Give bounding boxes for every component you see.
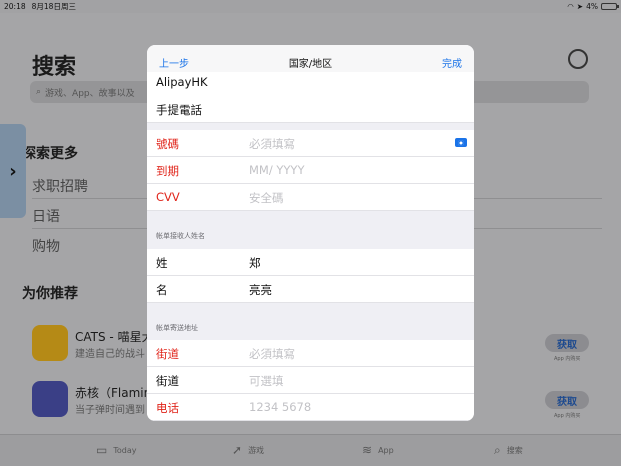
street-field-1[interactable]: 街道 必須填寫 bbox=[147, 340, 474, 367]
street-field-2[interactable]: 街道 可選填 bbox=[147, 367, 474, 394]
payment-sheet: 上一步 国家/地区 完成 AlipayHK 手提電話 號碼 必須填寫 到期 MM… bbox=[147, 45, 474, 421]
tab-label: 搜索 bbox=[506, 446, 523, 455]
street-label-2: 街道 bbox=[156, 374, 179, 388]
explore-link[interactable]: 求职招聘 bbox=[32, 176, 88, 196]
app-name[interactable]: 赤核（Flamin bbox=[75, 384, 151, 401]
iap-note: App 内购买 bbox=[554, 413, 581, 419]
sheet-title: 国家/地区 bbox=[288, 59, 333, 70]
last-name-input[interactable]: 郑 bbox=[249, 255, 261, 271]
app-icon-flaming-core[interactable] bbox=[32, 381, 68, 417]
street-input-2[interactable]: 可選填 bbox=[249, 373, 284, 389]
wifi-icon: ◠ bbox=[567, 2, 574, 11]
cvv-label: CVV bbox=[156, 190, 180, 204]
tab-apps[interactable]: ≋ App bbox=[362, 443, 394, 457]
app-name[interactable]: CATS - 喵星大 bbox=[75, 328, 154, 345]
tab-today[interactable]: ▭ Today bbox=[96, 443, 136, 457]
street-label-1: 街道 bbox=[156, 347, 179, 361]
get-button[interactable]: 获取 bbox=[545, 391, 589, 409]
iap-note: App 内购买 bbox=[554, 356, 581, 362]
location-icon: ➤ bbox=[576, 2, 584, 11]
payment-method-mobile[interactable]: 手提電話 bbox=[147, 96, 474, 123]
status-right: ◠ ➤ 4% bbox=[567, 2, 619, 11]
status-bar: 20:18 8月18日周三 ◠ ➤ 4% bbox=[0, 0, 621, 13]
phone-input[interactable]: 1234 5678 bbox=[249, 400, 311, 414]
tab-bar: ▭ Today ➚ 游戏 ≋ App ⌕ 搜索 bbox=[0, 434, 621, 466]
card-number-field[interactable]: 號碼 必須填寫 bbox=[147, 130, 474, 157]
account-icon[interactable] bbox=[568, 49, 588, 69]
camera-icon[interactable] bbox=[455, 138, 467, 147]
billing-address-header: 帐单寄送地址 bbox=[156, 324, 198, 332]
cvv-input[interactable]: 安全碼 bbox=[249, 190, 284, 206]
expiry-field[interactable]: 到期 MM/ YYYY bbox=[147, 157, 474, 184]
first-name-input[interactable]: 亮亮 bbox=[249, 282, 272, 298]
search-icon: ⌕ bbox=[494, 443, 501, 457]
app-icon-cats[interactable] bbox=[32, 325, 68, 361]
tab-label: App bbox=[378, 445, 394, 455]
done-button[interactable]: 完成 bbox=[442, 55, 462, 70]
last-name-field[interactable]: 姓 郑 bbox=[147, 249, 474, 276]
app-subtitle: 建造自己的战斗 bbox=[75, 349, 145, 360]
search-placeholder: 游戏、App、故事以及 bbox=[45, 88, 135, 99]
tab-games[interactable]: ➚ 游戏 bbox=[232, 443, 264, 457]
card-number-input[interactable]: 必須填寫 bbox=[249, 136, 295, 152]
today-icon: ▭ bbox=[96, 443, 108, 457]
explore-link[interactable]: 日语 bbox=[32, 206, 60, 226]
battery-icon bbox=[601, 3, 619, 10]
first-name-field[interactable]: 名 亮亮 bbox=[147, 276, 474, 303]
search-icon: ⌕ bbox=[36, 87, 42, 97]
cvv-field[interactable]: CVV 安全碼 bbox=[147, 184, 474, 211]
card-number-label: 號碼 bbox=[156, 137, 179, 151]
payment-method-label: AlipayHK bbox=[156, 75, 208, 89]
rocket-icon: ➚ bbox=[232, 443, 243, 457]
payment-method-alipayhk[interactable]: AlipayHK bbox=[147, 72, 474, 99]
first-name-label: 名 bbox=[156, 283, 168, 297]
get-button[interactable]: 获取 bbox=[545, 334, 589, 352]
for-you-heading: 为你推荐 bbox=[22, 286, 78, 302]
last-name-label: 姓 bbox=[156, 256, 168, 270]
tab-search[interactable]: ⌕ 搜索 bbox=[494, 443, 523, 458]
battery-percent: 4% bbox=[586, 2, 598, 11]
billing-name-header: 帐单接收人姓名 bbox=[156, 232, 205, 240]
status-time: 20:18 bbox=[4, 2, 26, 11]
street-input-1[interactable]: 必須填寫 bbox=[249, 346, 295, 362]
tab-label: Today bbox=[113, 445, 137, 455]
payment-method-label: 手提電話 bbox=[156, 103, 202, 117]
explore-heading: 探索更多 bbox=[22, 146, 78, 162]
chevron-right-icon: › bbox=[9, 160, 17, 182]
phone-label: 电话 bbox=[156, 401, 179, 415]
status-date: 8月18日周三 bbox=[31, 2, 76, 11]
tab-label: 游戏 bbox=[248, 445, 265, 455]
expiry-input[interactable]: MM/ YYYY bbox=[249, 163, 304, 177]
app-subtitle: 当子弹时间遇到 bbox=[75, 405, 145, 416]
page-title: 搜索 bbox=[32, 55, 77, 80]
phone-field[interactable]: 电话 1234 5678 bbox=[147, 394, 474, 421]
stack-icon: ≋ bbox=[362, 443, 373, 457]
side-handle[interactable]: › bbox=[0, 124, 26, 218]
expiry-label: 到期 bbox=[156, 164, 179, 178]
explore-link[interactable]: 购物 bbox=[32, 236, 60, 256]
